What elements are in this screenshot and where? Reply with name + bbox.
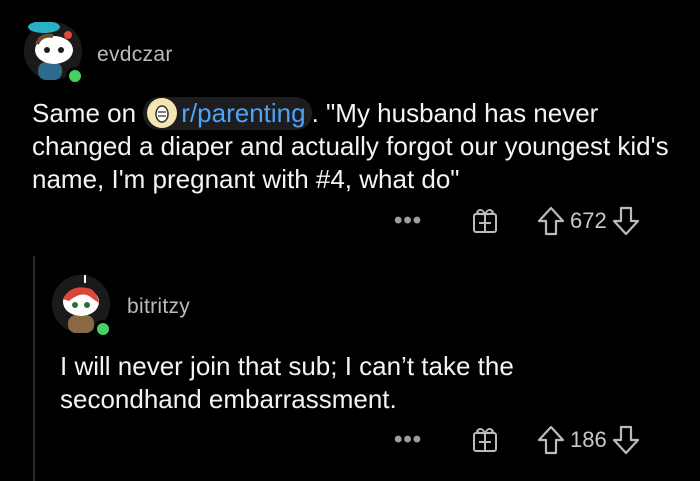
downvote-icon[interactable] — [611, 424, 641, 456]
comment-body-prefix: Same on — [32, 98, 144, 128]
more-options-button[interactable]: ••• — [394, 207, 422, 235]
subreddit-chip[interactable]: r/parenting — [143, 97, 312, 130]
gift-icon — [473, 428, 497, 452]
upvote-icon[interactable] — [536, 424, 566, 456]
gift-icon — [473, 209, 497, 233]
username[interactable]: bitritzy — [127, 295, 190, 319]
upvote-icon[interactable] — [536, 205, 566, 237]
award-button[interactable] — [470, 424, 500, 454]
vote-count: 186 — [570, 427, 607, 452]
comment-actions: ••• 672 — [390, 205, 680, 239]
comment-reply: bitritzy I will never join that sub; I c… — [0, 250, 700, 481]
subreddit-link[interactable]: r/parenting — [181, 98, 305, 128]
subreddit-icon — [147, 98, 178, 128]
vote-controls: 186 — [536, 424, 641, 456]
award-button[interactable] — [470, 205, 500, 235]
more-options-button[interactable]: ••• — [394, 426, 422, 454]
comment-body: Same on r/parenting. "My husband has nev… — [32, 97, 682, 196]
online-status-dot — [94, 320, 112, 338]
vote-count: 672 — [570, 208, 607, 233]
username[interactable]: evdczar — [97, 43, 173, 67]
online-status-dot — [66, 67, 84, 85]
comment-actions: ••• 186 — [390, 424, 680, 458]
comment-body: I will never join that sub; I can’t take… — [60, 351, 514, 414]
vote-controls: 672 — [536, 205, 641, 237]
downvote-icon[interactable] — [611, 205, 641, 237]
comment: evdczar Same on r/parenting. "My husband… — [0, 0, 700, 250]
